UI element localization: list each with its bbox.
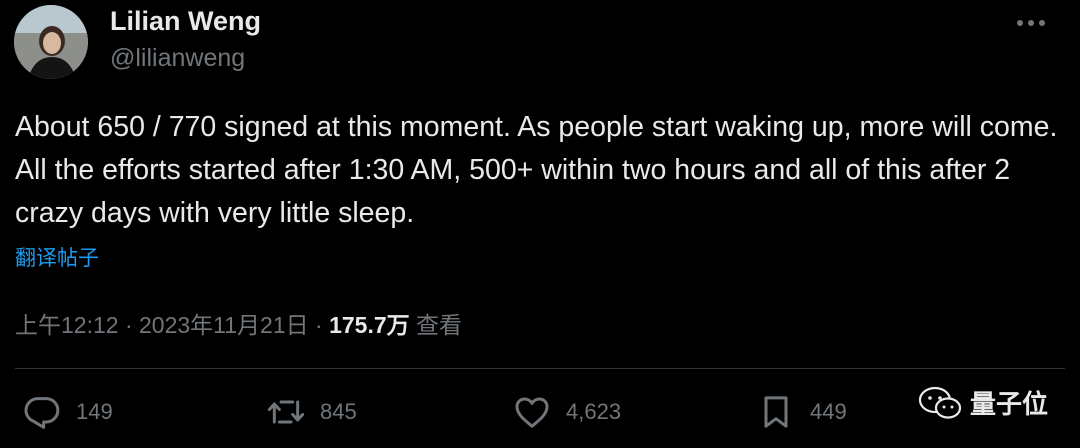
- watermark-text: 量子位: [970, 389, 1049, 419]
- views-count: 175.7万: [329, 312, 410, 338]
- reply-icon: [24, 397, 60, 429]
- author-name[interactable]: Lilian Weng: [110, 6, 261, 37]
- heart-icon: [515, 397, 549, 428]
- like-count: 4,623: [566, 399, 622, 424]
- tweet-date[interactable]: 2023年11月21日: [139, 312, 309, 338]
- bookmark-count: 449: [810, 399, 847, 424]
- avatar[interactable]: [14, 5, 88, 79]
- reply-button[interactable]: 149: [22, 392, 113, 432]
- more-menu-button[interactable]: [1013, 10, 1049, 36]
- retweet-count: 845: [320, 399, 357, 424]
- like-button[interactable]: 4,623: [512, 392, 621, 432]
- wechat-logo-icon: [918, 386, 962, 419]
- author-handle[interactable]: @lilianweng: [110, 44, 245, 73]
- meta-separator: ·: [315, 312, 323, 338]
- more-horizontal-icon: [1017, 20, 1045, 26]
- reply-count: 149: [76, 399, 113, 424]
- tweet-meta: 上午12:12 · 2023年11月21日 · 175.7万 查看: [15, 306, 462, 340]
- retweet-button[interactable]: 845: [266, 392, 357, 432]
- retweet-icon: [267, 400, 305, 424]
- views-label: 查看: [416, 312, 463, 338]
- divider: [15, 368, 1065, 369]
- translate-link[interactable]: 翻译帖子: [15, 242, 99, 272]
- tweet-text: About 650 / 770 signed at this moment. A…: [15, 111, 1058, 229]
- tweet-time[interactable]: 上午12:12: [15, 312, 119, 338]
- meta-separator: ·: [124, 312, 133, 338]
- bookmark-icon: [764, 396, 788, 428]
- watermark: 量子位: [918, 384, 1048, 421]
- bookmark-button[interactable]: 449: [756, 392, 847, 432]
- avatar-image: [14, 5, 88, 79]
